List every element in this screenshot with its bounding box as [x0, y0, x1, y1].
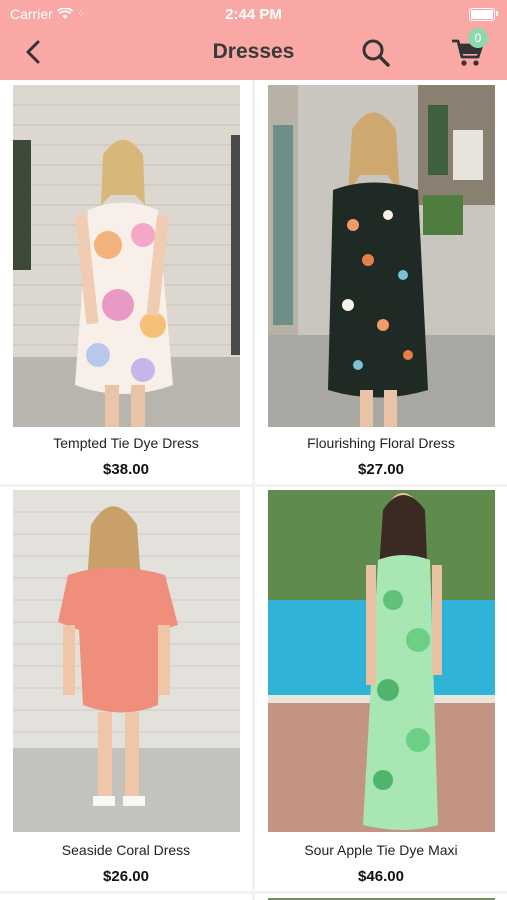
battery-tip: [496, 11, 498, 16]
app-header: Carrier ⁘ 2:44 PM Dresses 0: [0, 0, 507, 80]
product-image: [13, 85, 240, 427]
navigation-bar: Dresses: [0, 28, 507, 76]
product-card-partial[interactable]: [255, 894, 507, 900]
product-image: [268, 85, 495, 427]
cart-count-badge: 0: [468, 28, 488, 48]
status-time: 2:44 PM: [225, 6, 282, 23]
status-bar: Carrier ⁘ 2:44 PM: [0, 0, 507, 28]
product-card[interactable]: Tempted Tie Dye Dress $38.00: [0, 80, 252, 484]
product-price: $26.00: [103, 868, 149, 885]
product-image: [268, 490, 495, 832]
product-name: Sour Apple Tie Dye Maxi: [304, 842, 458, 858]
product-price: $27.00: [358, 461, 404, 478]
product-image: [13, 490, 240, 832]
product-name: Flourishing Floral Dress: [307, 435, 455, 451]
product-card[interactable]: Flourishing Floral Dress $27.00: [255, 80, 507, 484]
product-card[interactable]: Seaside Coral Dress $26.00: [0, 487, 252, 891]
product-card[interactable]: Sour Apple Tie Dye Maxi $46.00: [255, 487, 507, 891]
product-name: Seaside Coral Dress: [61, 842, 191, 858]
page-title: Dresses: [212, 40, 295, 63]
product-price: $38.00: [103, 461, 149, 478]
product-name: Tempted Tie Dye Dress: [53, 435, 199, 451]
search-icon: [362, 39, 390, 67]
search-button[interactable]: [360, 38, 392, 68]
product-price: $46.00: [358, 868, 404, 885]
product-grid: Tempted Tie Dye Dress $38.00 Flourishing…: [0, 80, 507, 900]
battery-icon: [469, 8, 495, 21]
product-card-partial[interactable]: [0, 894, 252, 900]
